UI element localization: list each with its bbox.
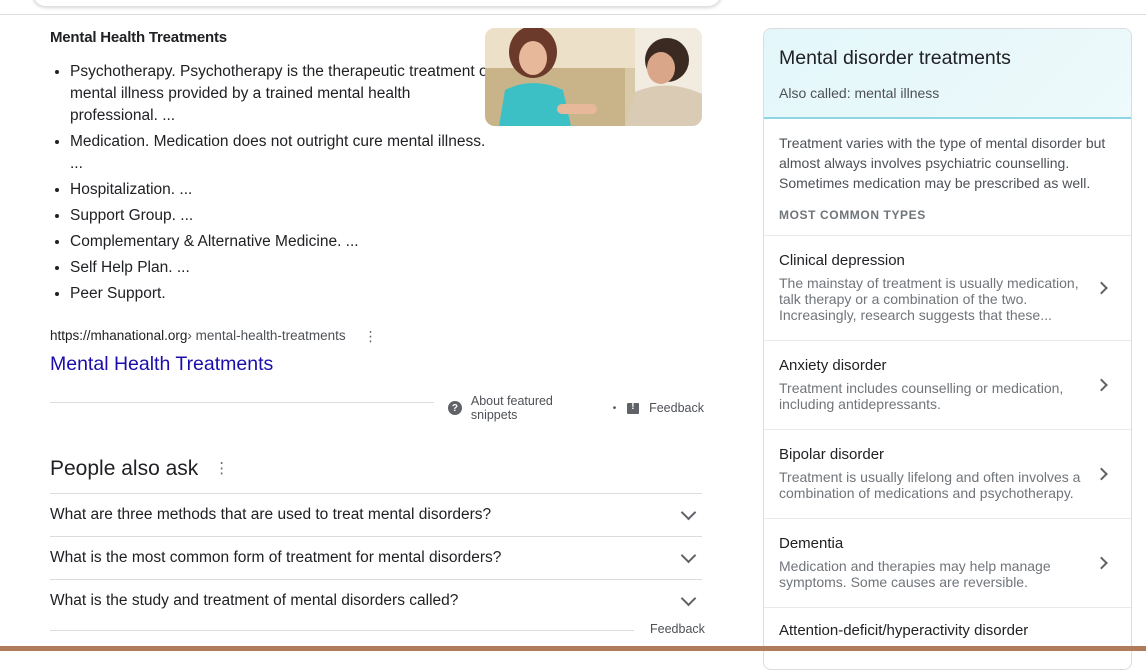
paa-question-text: What are three methods that are used to … xyxy=(50,506,492,523)
search-box[interactable] xyxy=(32,0,722,7)
list-item: Complementary & Alternative Medicine. ..… xyxy=(70,231,500,253)
list-item: Self Help Plan. ... xyxy=(70,257,500,279)
knowledge-panel-alias: Also called: mental illness xyxy=(779,85,940,101)
paa-question[interactable]: What are three methods that are used to … xyxy=(50,493,702,536)
knowledge-panel: Mental disorder treatments Also called: … xyxy=(763,28,1132,670)
type-row-dementia[interactable]: Dementia Medication and therapies may he… xyxy=(764,518,1131,607)
taskbar-edge xyxy=(0,646,1146,651)
knowledge-panel-header: Mental disorder treatments Also called: … xyxy=(764,29,1131,119)
type-desc: Medication and therapies may help manage… xyxy=(779,558,1051,590)
paa-feedback-link[interactable]: Feedback xyxy=(650,622,705,636)
chevron-right-icon xyxy=(1095,378,1108,392)
list-item: Hospitalization. ... xyxy=(70,179,500,201)
snippet-list: Psychotherapy. Psychotherapy is the ther… xyxy=(50,61,500,309)
list-item: Psychotherapy. Psychotherapy is the ther… xyxy=(70,61,500,127)
chevron-down-icon xyxy=(680,590,697,607)
type-name: Dementia xyxy=(779,535,844,552)
chevron-down-icon xyxy=(680,547,697,564)
type-desc: Treatment includes counselling or medica… xyxy=(779,380,1064,412)
chevron-right-icon xyxy=(1095,281,1108,295)
knowledge-panel-description: Treatment varies with the type of mental… xyxy=(779,135,1106,191)
list-item: Support Group. ... xyxy=(70,205,500,227)
about-snippets-link[interactable]: About featured snippets xyxy=(471,394,602,422)
type-desc: Treatment is usually lifelong and often … xyxy=(779,469,1081,501)
feedback-icon[interactable] xyxy=(627,401,640,414)
paa-question-text: What is the study and treatment of menta… xyxy=(50,592,459,609)
paa-question[interactable]: What is the study and treatment of menta… xyxy=(50,579,702,622)
people-also-ask-list: What are three methods that are used to … xyxy=(50,493,702,622)
help-icon[interactable]: ? xyxy=(448,401,462,415)
type-row-bipolar-disorder[interactable]: Bipolar disorder Treatment is usually li… xyxy=(764,429,1131,518)
type-name: Anxiety disorder xyxy=(779,357,887,374)
snippet-image[interactable] xyxy=(485,28,702,126)
chevron-right-icon xyxy=(1095,556,1108,570)
paa-question[interactable]: What is the most common form of treatmen… xyxy=(50,536,702,579)
list-item: Peer Support. xyxy=(70,283,500,305)
more-options-icon[interactable]: ⋮ xyxy=(214,461,229,476)
divider xyxy=(50,630,634,631)
snippet-title: Mental Health Treatments xyxy=(50,29,227,46)
knowledge-panel-title: Mental disorder treatments xyxy=(779,47,1011,69)
chevron-right-icon xyxy=(1095,467,1108,481)
divider xyxy=(50,402,434,403)
chevron-down-icon xyxy=(680,504,697,521)
more-options-icon[interactable]: ⋮ xyxy=(364,329,378,343)
paa-question-text: What is the most common form of treatmen… xyxy=(50,549,502,566)
people-also-ask-title: People also ask ⋮ xyxy=(50,457,229,481)
separator-dot: • xyxy=(612,402,617,414)
type-desc: The mainstay of treatment is usually med… xyxy=(779,275,1079,323)
cite-path: › mental-health-treatments xyxy=(187,328,346,343)
result-citation[interactable]: https://mhanational.org › mental-health-… xyxy=(50,328,378,343)
list-item: Medication. Medication does not outright… xyxy=(70,131,500,175)
type-row-anxiety-disorder[interactable]: Anxiety disorder Treatment includes coun… xyxy=(764,340,1131,429)
types-label: MOST COMMON TYPES xyxy=(779,208,926,222)
type-name: Bipolar disorder xyxy=(779,446,885,463)
cite-domain: https://mhanational.org xyxy=(50,328,188,343)
paa-title-text: People also ask xyxy=(50,457,199,480)
type-name: Clinical depression xyxy=(779,252,905,269)
type-row-clinical-depression[interactable]: Clinical depression The mainstay of trea… xyxy=(764,235,1131,340)
feedback-link[interactable]: Feedback xyxy=(649,401,704,415)
result-link[interactable]: Mental Health Treatments xyxy=(50,353,273,376)
type-row-adhd[interactable]: Attention-deficit/hyperactivity disorder xyxy=(764,607,1131,667)
snippet-footer: ? About featured snippets • Feedback xyxy=(448,394,704,422)
type-name: Attention-deficit/hyperactivity disorder xyxy=(779,622,1029,639)
